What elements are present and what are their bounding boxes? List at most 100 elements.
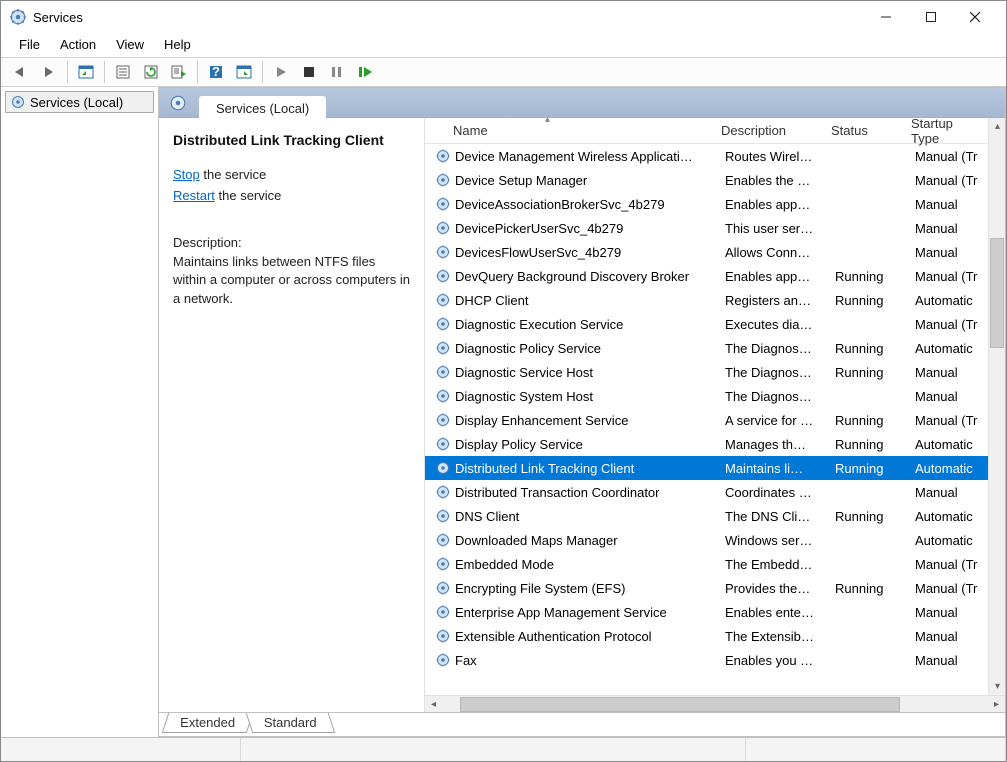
back-button[interactable]: [9, 60, 33, 84]
gear-icon: [435, 556, 451, 572]
gear-icon: [435, 484, 451, 500]
column-header-startup-type[interactable]: Startup Type: [901, 118, 993, 143]
vertical-scrollbar[interactable]: ▴ ▾: [988, 118, 1005, 695]
gear-icon: [435, 316, 451, 332]
close-button[interactable]: [953, 2, 998, 32]
refresh-button[interactable]: [139, 60, 163, 84]
service-startup-type: Manual: [905, 485, 997, 500]
gear-icon: [435, 364, 451, 380]
scroll-right-icon[interactable]: ▸: [988, 696, 1005, 713]
services-app-icon: [9, 8, 27, 26]
description-text: Maintains links between NTFS files withi…: [173, 253, 410, 310]
menu-help[interactable]: Help: [154, 35, 201, 54]
service-description: The DNS Cli…: [715, 509, 825, 524]
service-row[interactable]: FaxEnables you …Manual: [425, 648, 1005, 672]
pause-service-button[interactable]: [325, 60, 349, 84]
gear-icon: [435, 580, 451, 596]
show-hide-action-pane-button[interactable]: [232, 60, 256, 84]
service-row[interactable]: Device Setup ManagerEnables the …Manual …: [425, 168, 1005, 192]
service-row[interactable]: Diagnostic Service HostThe Diagnos…Runni…: [425, 360, 1005, 384]
show-hide-console-tree-button[interactable]: [74, 60, 98, 84]
service-name: Display Policy Service: [455, 437, 715, 452]
horizontal-scrollbar[interactable]: ◂ ▸: [425, 695, 1005, 712]
service-row[interactable]: Display Policy ServiceManages th…Running…: [425, 432, 1005, 456]
list-body: Device Management Wireless Applicati…Rou…: [425, 144, 1005, 695]
restart-service-link[interactable]: Restart: [173, 188, 215, 203]
menu-file[interactable]: File: [9, 35, 50, 54]
service-row[interactable]: DHCP ClientRegisters an…RunningAutomatic: [425, 288, 1005, 312]
column-header-description[interactable]: Description: [711, 118, 821, 143]
gear-icon: [435, 652, 451, 668]
service-startup-type: Manual: [905, 245, 997, 260]
service-row[interactable]: DNS ClientThe DNS Cli…RunningAutomatic: [425, 504, 1005, 528]
service-startup-type: Manual (Tr: [905, 173, 997, 188]
stop-service-button[interactable]: [297, 60, 321, 84]
gear-icon: [435, 292, 451, 308]
column-header-name[interactable]: Name▴: [425, 118, 711, 143]
gear-icon: [435, 244, 451, 260]
scrollbar-thumb[interactable]: [990, 238, 1004, 348]
service-startup-type: Manual: [905, 629, 997, 644]
export-list-button[interactable]: [167, 60, 191, 84]
forward-button[interactable]: [37, 60, 61, 84]
gear-icon: [435, 172, 451, 188]
scroll-down-icon[interactable]: ▾: [989, 678, 1006, 695]
service-row[interactable]: Diagnostic Execution ServiceExecutes dia…: [425, 312, 1005, 336]
service-row[interactable]: Diagnostic System HostThe Diagnos…Manual: [425, 384, 1005, 408]
service-status: Running: [825, 437, 905, 452]
service-startup-type: Manual: [905, 653, 997, 668]
service-name: Device Management Wireless Applicati…: [455, 149, 715, 164]
svg-text:?: ?: [212, 65, 220, 79]
service-description: A service for …: [715, 413, 825, 428]
service-row[interactable]: Downloaded Maps ManagerWindows ser…Autom…: [425, 528, 1005, 552]
column-header-status[interactable]: Status: [821, 118, 901, 143]
service-startup-type: Manual: [905, 197, 997, 212]
tab-extended[interactable]: Extended: [162, 713, 253, 733]
service-row[interactable]: DevQuery Background Discovery BrokerEnab…: [425, 264, 1005, 288]
service-startup-type: Automatic: [905, 509, 997, 524]
service-row[interactable]: Distributed Link Tracking ClientMaintain…: [425, 456, 1005, 480]
menu-action[interactable]: Action: [50, 35, 106, 54]
service-description: The Embedd…: [715, 557, 825, 572]
service-row[interactable]: Embedded ModeThe Embedd…Manual (Tr: [425, 552, 1005, 576]
service-row[interactable]: Display Enhancement ServiceA service for…: [425, 408, 1005, 432]
statusbar-cell: [241, 738, 746, 761]
service-name: Diagnostic Service Host: [455, 365, 715, 380]
service-row[interactable]: Device Management Wireless Applicati…Rou…: [425, 144, 1005, 168]
gear-icon: [435, 628, 451, 644]
statusbar: [1, 737, 1006, 761]
minimize-button[interactable]: [863, 2, 908, 32]
service-row[interactable]: DeviceAssociationBrokerSvc_4b279Enables …: [425, 192, 1005, 216]
service-status: Running: [825, 461, 905, 476]
start-service-button[interactable]: [269, 60, 293, 84]
service-name: DevicesFlowUserSvc_4b279: [455, 245, 715, 260]
properties-button[interactable]: [111, 60, 135, 84]
service-status: Running: [825, 413, 905, 428]
menu-view[interactable]: View: [106, 35, 154, 54]
scroll-up-icon[interactable]: ▴: [989, 118, 1006, 135]
help-button[interactable]: ?: [204, 60, 228, 84]
service-row[interactable]: Extensible Authentication ProtocolThe Ex…: [425, 624, 1005, 648]
scroll-left-icon[interactable]: ◂: [425, 696, 442, 713]
service-row[interactable]: Distributed Transaction CoordinatorCoord…: [425, 480, 1005, 504]
restart-service-button[interactable]: [353, 60, 377, 84]
service-description: Allows Conn…: [715, 245, 825, 260]
maximize-button[interactable]: [908, 2, 953, 32]
stop-service-link[interactable]: Stop: [173, 167, 200, 182]
service-row[interactable]: DevicePickerUserSvc_4b279This user ser…M…: [425, 216, 1005, 240]
tab-standard[interactable]: Standard: [246, 713, 335, 733]
service-startup-type: Manual (Tr: [905, 269, 997, 284]
service-row[interactable]: Diagnostic Policy ServiceThe Diagnos…Run…: [425, 336, 1005, 360]
service-row[interactable]: Encrypting File System (EFS)Provides the…: [425, 576, 1005, 600]
detail-restart-suffix: the service: [215, 188, 281, 203]
service-row[interactable]: DevicesFlowUserSvc_4b279Allows Conn… Manu…: [425, 240, 1005, 264]
scrollbar-thumb[interactable]: [460, 697, 900, 712]
service-name: Distributed Link Tracking Client: [455, 461, 715, 476]
service-name: DNS Client: [455, 509, 715, 524]
tree-node-label: Services (Local): [30, 95, 123, 110]
service-row[interactable]: Enterprise App Management ServiceEnables…: [425, 600, 1005, 624]
service-description: The Diagnos…: [715, 389, 825, 404]
service-name: Diagnostic System Host: [455, 389, 715, 404]
sort-ascending-icon: ▴: [545, 114, 550, 125]
tree-node-services-local[interactable]: Services (Local): [5, 91, 154, 113]
